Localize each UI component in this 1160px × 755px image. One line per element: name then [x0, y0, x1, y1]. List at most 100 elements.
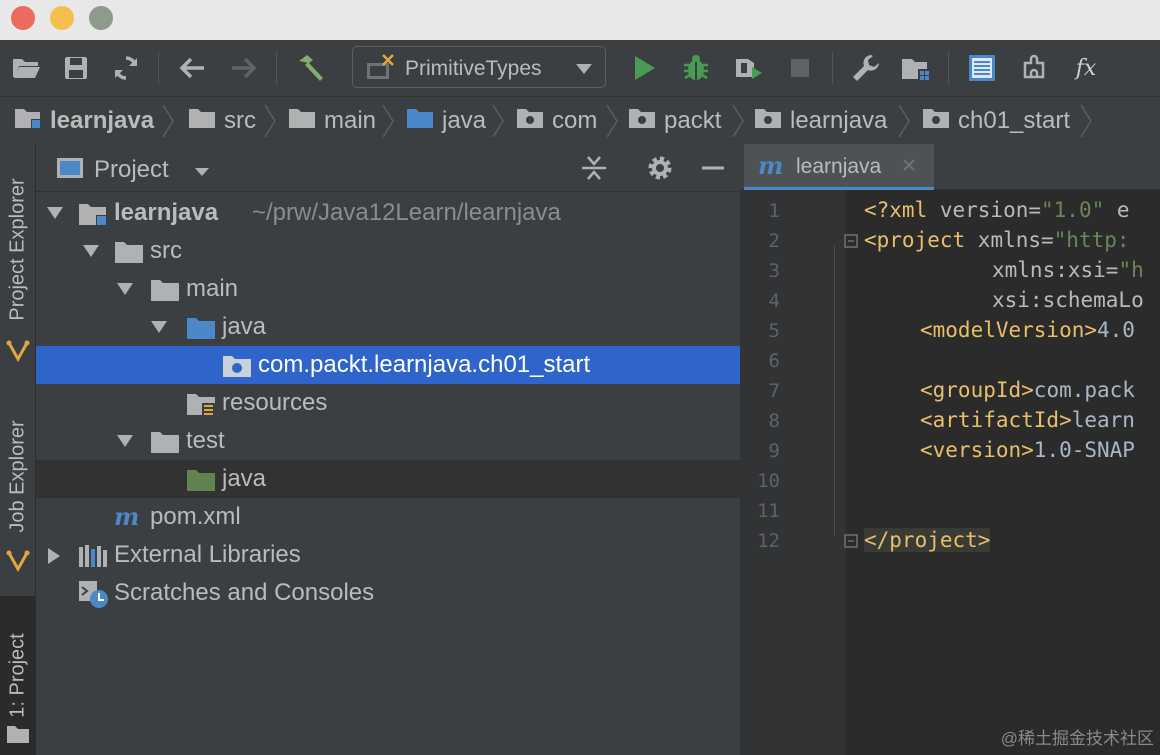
- tree-item-package-ch01-start[interactable]: com.packt.learnjava.ch01_start: [36, 346, 740, 384]
- breadcrumb-item-main[interactable]: main: [288, 106, 376, 136]
- close-window-button[interactable]: [11, 6, 35, 30]
- tree-item-main[interactable]: main: [36, 270, 740, 308]
- code-token: e: [1104, 198, 1130, 222]
- build-hammer-icon[interactable]: [292, 52, 328, 84]
- expand-arrow-icon[interactable]: [116, 281, 134, 297]
- code-token: <modelVersion>: [920, 318, 1098, 342]
- tree-item-label: learnjava: [114, 199, 219, 226]
- forward-icon[interactable]: [226, 52, 262, 84]
- tab-job-explorer[interactable]: Job Explorer: [0, 406, 36, 546]
- module-icon: [78, 201, 108, 232]
- tree-item-label: resources: [222, 389, 328, 416]
- tree-item-resources[interactable]: resources: [36, 384, 740, 422]
- source-folder-icon: [406, 107, 434, 136]
- breadcrumb-item-packt[interactable]: packt: [628, 106, 721, 136]
- package-icon: [628, 107, 656, 136]
- folder-icon: [114, 240, 144, 269]
- code-line-3: xmlns:xsi="h: [992, 258, 1144, 282]
- code-token: </project>: [864, 528, 991, 552]
- coverage-icon[interactable]: [730, 52, 766, 84]
- structure-view-icon[interactable]: [964, 52, 1000, 84]
- sync-icon[interactable]: [108, 52, 144, 84]
- vcs-icon: [6, 550, 30, 577]
- editor-tab-label: learnjava: [796, 155, 882, 178]
- window-titlebar: [0, 0, 1160, 40]
- debug-icon[interactable]: [678, 52, 714, 84]
- code-token: "http:: [1053, 228, 1130, 252]
- package-icon: [754, 107, 782, 136]
- breadcrumb-item-module[interactable]: learnjava: [14, 106, 154, 136]
- package-icon: [222, 354, 252, 383]
- zoom-window-button[interactable]: [89, 6, 113, 30]
- tree-item-label: External Libraries: [114, 541, 301, 568]
- breadcrumb-label: com: [552, 107, 598, 134]
- hide-panel-icon[interactable]: [700, 154, 726, 187]
- breadcrumb-item-java[interactable]: java: [406, 106, 486, 136]
- code-token: <version>: [920, 438, 1034, 462]
- code-token: learn: [1071, 408, 1135, 432]
- tree-item-label: main: [186, 275, 239, 302]
- test-source-folder-icon: [186, 468, 216, 497]
- maven-icon: m: [758, 151, 784, 180]
- tree-item-pom-xml[interactable]: m pom.xml: [36, 498, 740, 536]
- code-line-12: </project>: [864, 528, 991, 552]
- tab-label: Project Explorer: [6, 177, 29, 321]
- stop-icon[interactable]: [782, 52, 818, 84]
- minimize-window-button[interactable]: [50, 6, 74, 30]
- plugin-icon[interactable]: [1016, 52, 1052, 84]
- project-structure-icon[interactable]: [898, 52, 934, 84]
- tree-item-label: java: [222, 465, 267, 492]
- code-token: <?xml: [864, 198, 940, 222]
- chevron-down-icon: [575, 62, 593, 80]
- back-icon[interactable]: [174, 52, 210, 84]
- gear-icon[interactable]: [646, 154, 674, 187]
- chevron-down-icon[interactable]: [194, 164, 210, 182]
- folder-icon: [188, 107, 216, 136]
- code-line-9: <version>1.0-SNAP: [920, 438, 1135, 462]
- tree-item-external-libraries[interactable]: External Libraries: [36, 536, 740, 574]
- open-folder-icon[interactable]: [8, 52, 44, 84]
- folder-icon: [6, 724, 30, 749]
- expand-arrow-icon[interactable]: [46, 205, 64, 221]
- breadcrumb-label: java: [442, 107, 487, 134]
- function-icon[interactable]: fx: [1068, 52, 1104, 84]
- editor: m learnjava 1 2 3 4 5 6 7 8 9 10 11 12 <…: [740, 144, 1160, 755]
- tree-item-label: com.packt.learnjava.ch01_start: [258, 351, 591, 378]
- breadcrumb-item-com[interactable]: com: [516, 106, 597, 136]
- tree-item-src[interactable]: src: [36, 232, 740, 270]
- settings-wrench-icon[interactable]: [848, 52, 884, 84]
- tree-item-learnjava[interactable]: learnjava ~/prw/Java12Learn/learnjava: [36, 194, 740, 232]
- collapse-all-icon[interactable]: [580, 154, 608, 187]
- code-token: <project: [864, 228, 978, 252]
- tree-item-scratches[interactable]: Scratches and Consoles: [36, 574, 740, 612]
- tree-item-label: test: [186, 427, 225, 454]
- breadcrumb-item-learnjava-package[interactable]: learnjava: [754, 106, 887, 136]
- breadcrumb-item-src[interactable]: src: [188, 106, 256, 136]
- close-icon[interactable]: [902, 158, 916, 177]
- editor-tab-learnjava[interactable]: m learnjava: [744, 144, 934, 190]
- project-view-icon: [56, 156, 84, 185]
- code-token: version=: [939, 198, 1042, 222]
- breadcrumb-item-ch01-start[interactable]: ch01_start: [922, 106, 1070, 136]
- run-icon[interactable]: [626, 52, 662, 84]
- run-configuration-selector[interactable]: PrimitiveTypes: [352, 46, 606, 88]
- folder-icon: [150, 278, 180, 307]
- code-token: <groupId>: [920, 378, 1034, 402]
- tree-item-test[interactable]: test: [36, 422, 740, 460]
- project-view-selector[interactable]: Project: [94, 156, 169, 184]
- tree-item-java-test[interactable]: java: [36, 460, 740, 498]
- code-token: "1.0": [1041, 198, 1105, 222]
- code-area[interactable]: <?xml version="1.0" e <project xmlns="ht…: [740, 190, 1160, 755]
- tab-project-explorer[interactable]: Project Explorer: [0, 164, 36, 334]
- expand-arrow-icon[interactable]: [150, 319, 168, 335]
- tab-label: Job Explorer: [6, 419, 29, 533]
- code-token: xmlns:xsi=: [992, 258, 1119, 282]
- editor-tab-bar: m learnjava: [740, 144, 1160, 190]
- expand-arrow-icon[interactable]: [82, 243, 100, 259]
- expand-arrow-icon[interactable]: [116, 433, 134, 449]
- tree-item-label: Scratches and Consoles: [114, 579, 375, 606]
- tree-item-java-main[interactable]: java: [36, 308, 740, 346]
- folder-icon: [288, 107, 316, 136]
- save-icon[interactable]: [58, 52, 94, 84]
- collapsed-arrow-icon[interactable]: [46, 547, 62, 565]
